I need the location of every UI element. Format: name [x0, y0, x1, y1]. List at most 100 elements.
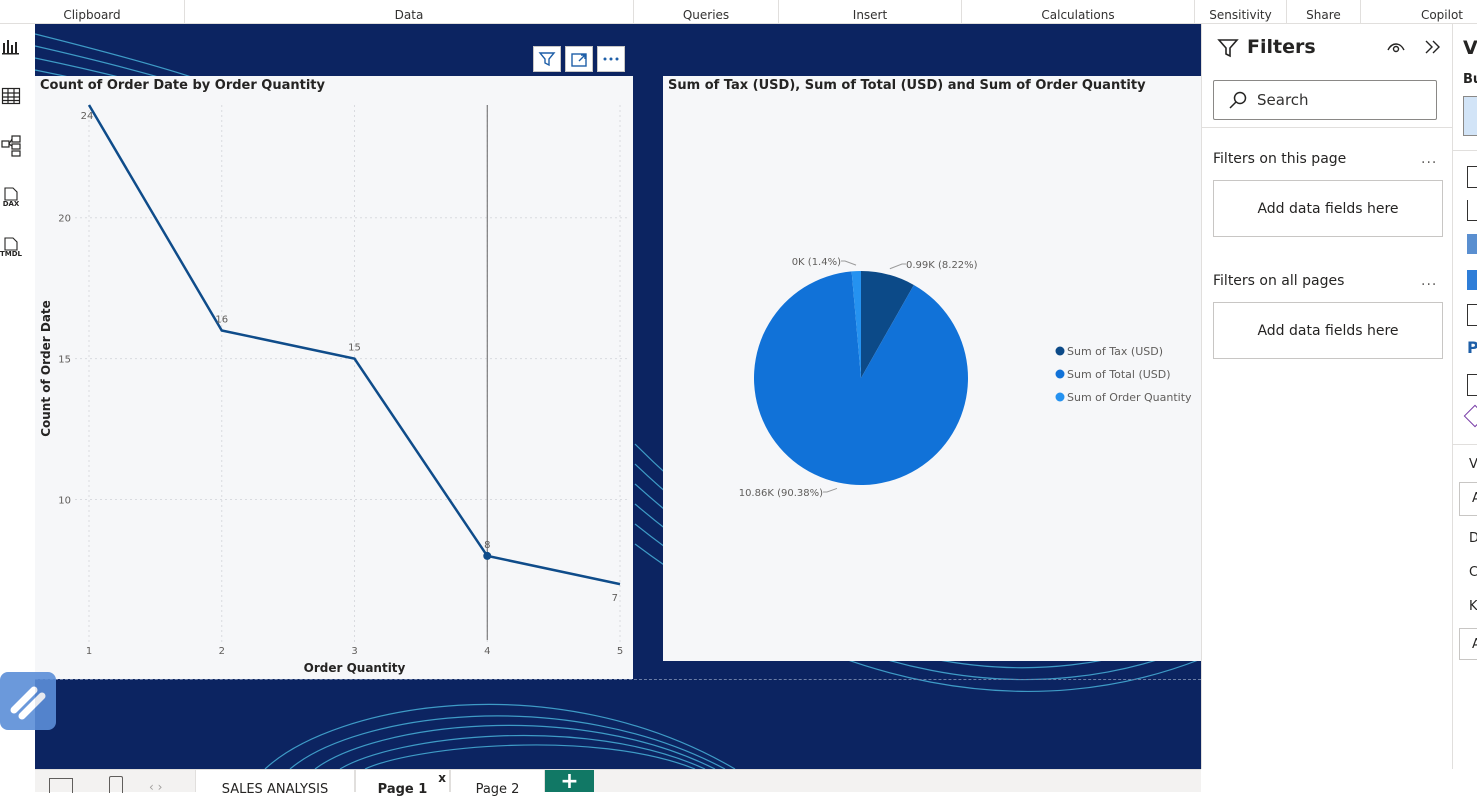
y-tick-label: 10: [58, 496, 71, 507]
scroll-arrows-icon[interactable]: ‹ ›: [149, 780, 162, 794]
stacked-bar-icon[interactable]: [1467, 166, 1477, 188]
ribbon-group-label: Insert: [852, 8, 888, 22]
pie-chart-visual[interactable]: Sum of Tax (USD), Sum of Total (USD) and…: [663, 76, 1201, 661]
data-label: 24: [81, 111, 94, 122]
x-tick-label: 5: [617, 646, 623, 657]
ribbon-group-label: Sensitivity: [1209, 8, 1272, 22]
data-point: [483, 551, 492, 560]
mobile-layout-icon[interactable]: [109, 776, 123, 793]
dax-label: DAX: [2, 199, 20, 208]
filter-icon[interactable]: [533, 46, 561, 72]
more-options-icon[interactable]: [597, 46, 625, 72]
legend-entry: Sum of Total (USD): [1067, 368, 1171, 381]
slice-data-label: 0.99K (8.22%): [906, 260, 978, 271]
filters-search-input[interactable]: Search: [1213, 80, 1437, 120]
line-chart-svg: 10 15 20 1 2 3 4 5 24 16 15 8 7 Order Quantity Count o…: [39, 104, 630, 675]
filters-on-all-pages-label: Filters on all pages: [1213, 273, 1345, 289]
visual-header-toolbar: [533, 46, 625, 72]
all-pages-filters-drop-zone[interactable]: Add data fields here: [1213, 302, 1443, 359]
ribbon-group-calculations[interactable]: Calculations: [962, 0, 1195, 23]
filters-on-this-page-label: Filters on this page: [1213, 151, 1347, 167]
dax-query-icon[interactable]: DAX: [0, 184, 22, 210]
tab-label: Page 1: [377, 782, 428, 797]
ribbon-group-copilot[interactable]: Copilot: [1361, 0, 1477, 23]
ribbon: Clipboard Data Queries Insert Calculatio…: [0, 0, 1477, 24]
tmdl-label: TMDL: [0, 249, 23, 258]
ribbon-group-label: Queries: [682, 8, 730, 22]
drill-label: D: [1469, 531, 1477, 546]
legend-entry: Sum of Order Quantity: [1067, 391, 1192, 404]
model-view-icon[interactable]: [0, 135, 22, 157]
tab-page-1[interactable]: Page 1 x: [355, 770, 450, 797]
tmdl-view-icon[interactable]: TMDL: [0, 234, 22, 260]
filters-pane: Filters Search Filters on this page ... …: [1201, 24, 1453, 769]
diamond-icon[interactable]: [1463, 404, 1477, 428]
page-tabs-bar: ‹ › SALES ANALYSIS Page 1 x Page 2 +: [35, 769, 1201, 797]
report-canvas[interactable]: Count of Order Date by Order Quantity 10…: [35, 24, 1201, 769]
x-tick-label: 1: [86, 646, 92, 657]
copilot-floating-button[interactable]: [0, 672, 56, 730]
tab-label: SALES ANALYSIS: [221, 782, 329, 797]
pie-chart-svg: 0.99K (8.22%) 10.86K (90.38%) 0K (1.4%) Sum…: [739, 257, 1192, 499]
filter-funnel-icon: [1217, 39, 1239, 58]
slice-leader-line: [841, 260, 857, 266]
ribbon-group-label: Copilot: [1420, 8, 1463, 22]
search-placeholder: Search: [1257, 91, 1309, 109]
filters-title: Filters: [1247, 36, 1316, 58]
y-tick-label: 15: [58, 355, 71, 366]
more-options-icon[interactable]: ...: [1421, 273, 1437, 289]
tab-label: Page 2: [475, 782, 520, 797]
page-filters-drop-zone[interactable]: Add data fields here: [1213, 180, 1443, 237]
visualizations-title: V: [1463, 37, 1477, 59]
ribbon-group-sensitivity[interactable]: Sensitivity: [1195, 0, 1287, 23]
more-options-icon[interactable]: ...: [1421, 151, 1437, 167]
python-visual-icon[interactable]: P: [1467, 338, 1477, 357]
ribbon-group-label: Share: [1306, 8, 1341, 22]
x-tick-label: 3: [351, 646, 357, 657]
values-label: V: [1469, 457, 1477, 472]
x-tick-label: 2: [219, 646, 225, 657]
legend-entry: Sum of Tax (USD): [1067, 345, 1163, 358]
ribbon-group-data[interactable]: Data: [185, 0, 634, 23]
tab-sales-analysis[interactable]: SALES ANALYSIS: [195, 770, 355, 797]
close-icon[interactable]: x: [438, 771, 446, 785]
ribbon-group-label: Data: [394, 8, 424, 22]
report-icon[interactable]: [1467, 374, 1477, 396]
cross-report-label: C: [1469, 565, 1477, 580]
ribbon-group-share[interactable]: Share: [1287, 0, 1361, 23]
ribbon-group-clipboard[interactable]: Clipboard: [0, 0, 185, 23]
report-view-icon[interactable]: [0, 36, 22, 58]
add-page-button[interactable]: +: [545, 769, 594, 794]
line-chart-icon[interactable]: [1467, 200, 1477, 221]
table-visual-icon[interactable]: [1467, 270, 1477, 290]
tab-page-2[interactable]: Page 2: [450, 770, 545, 797]
table-view-icon[interactable]: [0, 85, 22, 107]
area-chart-icon[interactable]: [1467, 234, 1477, 254]
build-visual-tab[interactable]: [1463, 96, 1477, 136]
slice-leader-line: [889, 263, 906, 270]
x-tick-label: 4: [484, 646, 490, 657]
view-switcher-rail: DAX TMDL: [0, 24, 35, 769]
line-chart-visual[interactable]: Count of Order Date by Order Quantity 10…: [35, 76, 633, 679]
matrix-icon[interactable]: [1467, 304, 1477, 326]
ribbon-group-queries[interactable]: Queries: [634, 0, 779, 23]
ribbon-group-insert[interactable]: Insert: [779, 0, 962, 23]
data-label: 16: [215, 314, 228, 325]
add-drillthrough-well[interactable]: A: [1459, 628, 1477, 660]
legend-marker: [1055, 369, 1065, 379]
ribbon-group-label: Clipboard: [63, 8, 121, 22]
data-label: 8: [484, 540, 490, 551]
y-tick-label: 20: [58, 214, 71, 225]
x-axis-title: Order Quantity: [304, 661, 406, 675]
add-field-well[interactable]: A: [1459, 482, 1477, 516]
collapse-pane-icon[interactable]: [1424, 39, 1442, 55]
eye-icon[interactable]: [1386, 40, 1406, 54]
focus-mode-icon[interactable]: [565, 46, 593, 72]
divider: [1453, 444, 1477, 445]
search-icon: [1229, 91, 1247, 109]
slice-leader-line: [823, 487, 838, 493]
legend-marker: [1055, 346, 1065, 356]
keep-filters-label: K: [1469, 599, 1477, 614]
page-boundary-guide: [35, 679, 1201, 680]
slice-data-label: 0K (1.4%): [792, 257, 841, 268]
